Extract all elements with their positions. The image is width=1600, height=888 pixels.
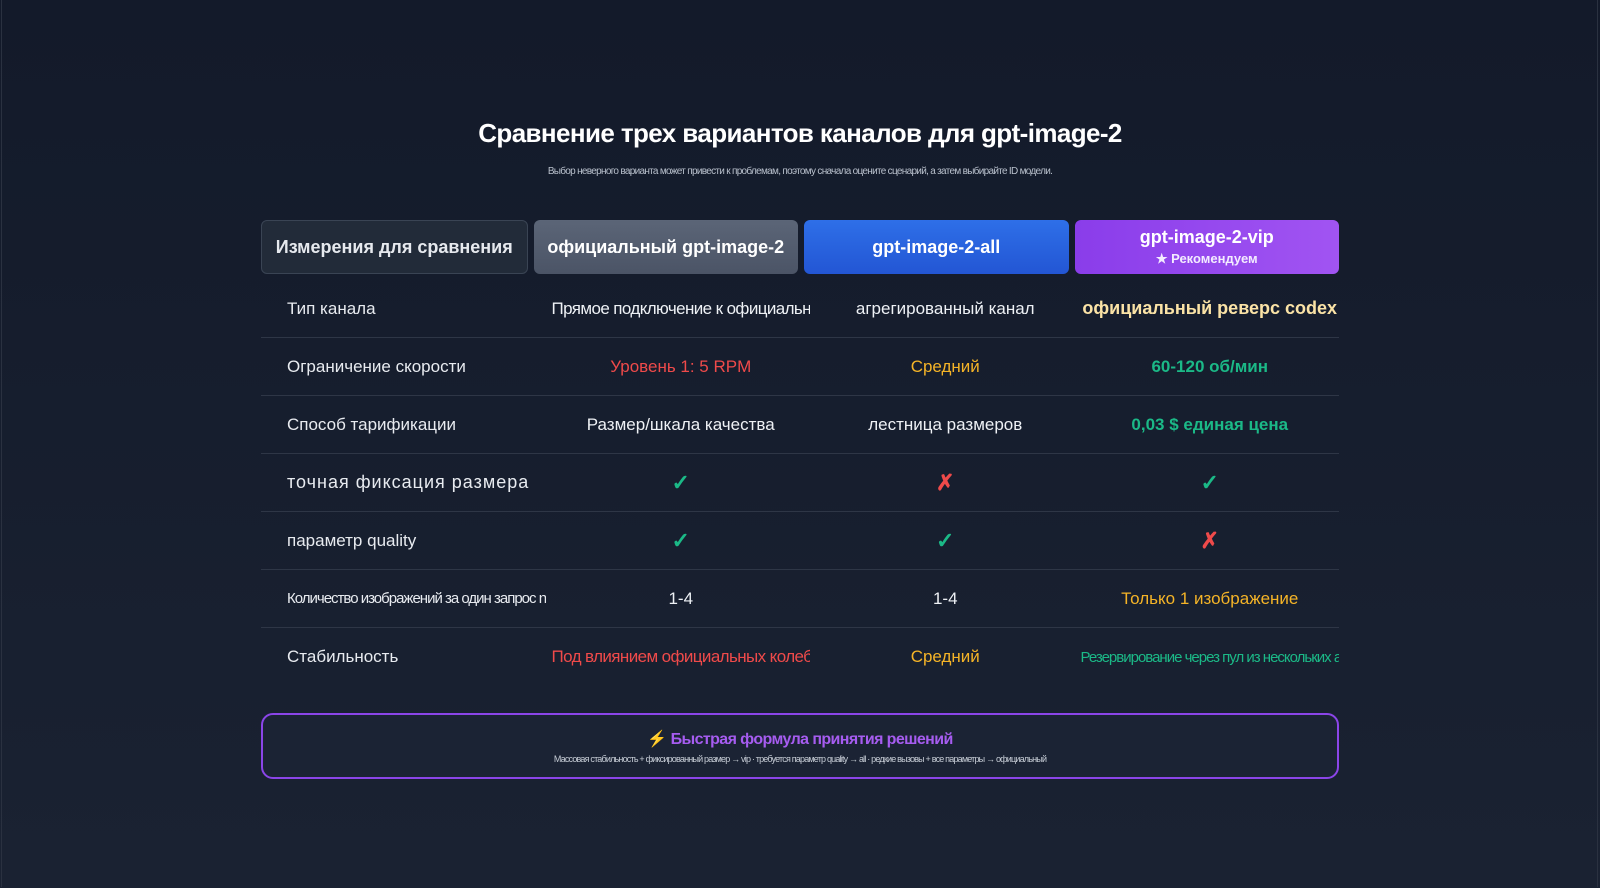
header-vip: gpt-image-2-vip ★ Рекомендуем [1074,220,1339,274]
table-row-image-count: Количество изображений за один запрос n … [261,570,1339,628]
cell-all: Средний [910,647,980,666]
table-row-stability: Стабильность Под влиянием официальных ко… [261,628,1339,686]
formula-title-text: Быстрая формула принятия решений [670,731,954,748]
check-icon: ✓ [1200,469,1219,495]
formula-title: ⚡ Быстрая формула принятия решений [263,729,1337,749]
row-label: Количество изображений за один запрос n [287,590,546,607]
cell-vip: 60-120 об/мин [1151,356,1269,376]
row-label: Ограничение скорости [287,356,466,376]
cell-all: лестница размеров [868,414,1023,434]
header-all-label: gpt-image-2-all [872,236,1001,257]
header-vip-label: gpt-image-2-vip [1139,227,1274,247]
page-title: Сравнение трех вариантов каналов для gpt… [478,118,1122,148]
header-official: официальный gpt-image-2 [533,220,798,274]
cell-vip: 0,03 $ единая цена [1131,414,1289,434]
header-official-label: официальный gpt-image-2 [547,236,785,257]
check-icon: ✓ [671,527,690,553]
cell-all: Средний [910,356,980,376]
cell-vip: Только 1 изображение [1121,588,1299,608]
page-subtitle: Выбор неверного варианта может привести … [547,166,1053,177]
row-label: Способ тарификации [287,414,457,434]
row-label: точная фиксация размера [287,472,530,492]
cell-official: 1-4 [668,588,694,608]
comparison-table: Измерения для сравнения официальный gpt-… [261,220,1339,686]
table-row-quality: параметр quality ✓ ✓ ✗ [261,512,1339,570]
row-label: Стабильность [287,647,399,666]
decision-formula-box: ⚡ Быстрая формула принятия решений Массов… [261,713,1339,779]
cell-all: агрегированный канал [855,298,1035,318]
row-label: параметр quality [287,530,417,550]
cross-icon: ✗ [1200,527,1219,553]
cell-vip: Резервирование через пул из нескольких а… [1080,648,1340,666]
check-icon: ✓ [936,527,955,553]
check-icon: ✓ [671,469,690,495]
cell-official: Размер/шкала качества [586,414,775,434]
cell-official: Уровень 1: 5 RPM [610,356,752,376]
cell-official: Под влиянием официальных колебаний [551,647,811,666]
formula-text: Массовая стабильность + фиксированный ра… [553,754,1047,764]
table-row-rate-limit: Ограничение скорости Уровень 1: 5 RPM Ср… [261,338,1339,396]
cell-all: 1-4 [932,588,958,608]
table-row-size-lock: точная фиксация размера ✓ ✗ ✓ [261,454,1339,512]
cell-vip: официальный реверс codex [1082,298,1338,318]
recommended-badge: ★ Рекомендуем [1155,251,1258,266]
cross-icon: ✗ [936,469,955,495]
header-dimension: Измерения для сравнения [261,220,528,274]
cell-official: Прямое подключение к официальному API [551,298,811,318]
header-dimension-label: Измерения для сравнения [275,236,513,257]
header-all: gpt-image-2-all [804,220,1069,274]
table-row-channel-type: Тип канала Прямое подключение к официаль… [261,280,1339,338]
table-header: Измерения для сравнения официальный gpt-… [261,220,1339,274]
table-row-billing: Способ тарификации Размер/шкала качества… [261,396,1339,454]
lightning-icon: ⚡ [647,731,667,748]
row-label: Тип канала [287,298,376,318]
